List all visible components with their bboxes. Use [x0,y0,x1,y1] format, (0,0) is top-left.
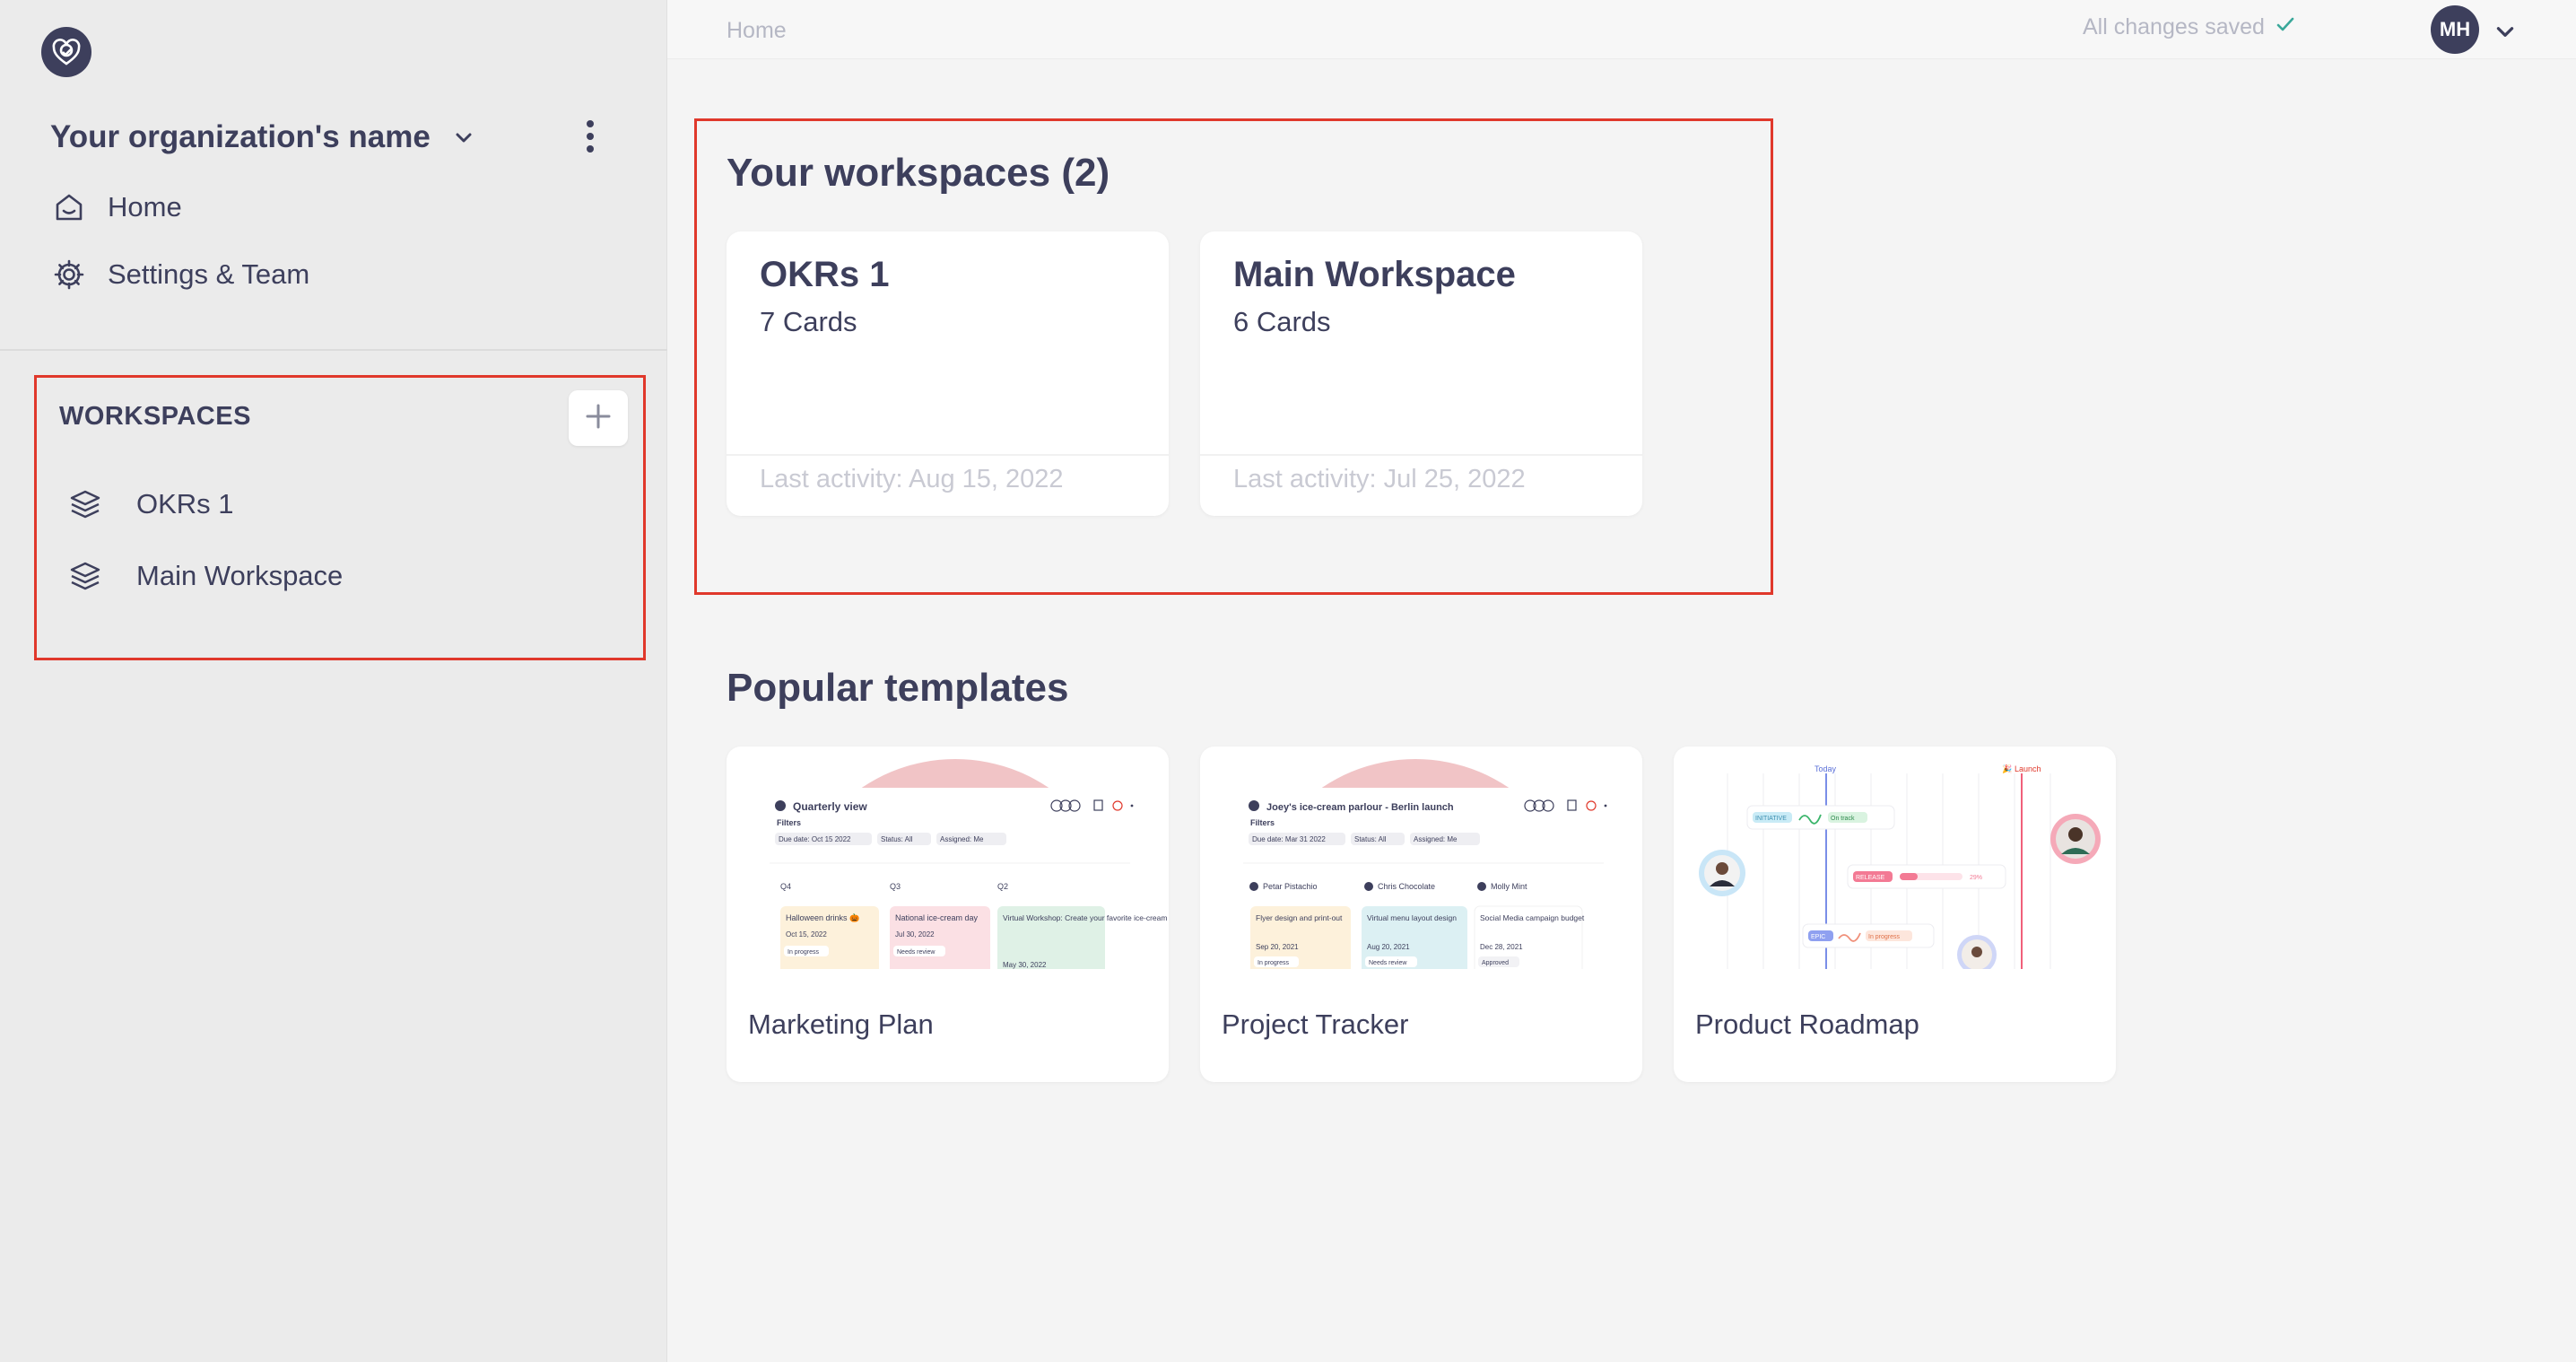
add-workspace-button[interactable] [569,390,628,446]
preview-tag: On track [1831,816,1855,822]
preview-column-label: Q4 [780,882,791,891]
preview-board-title: Joey's ice-cream parlour - Berlin launch [1266,802,1454,813]
preview-column-label: Q2 [997,882,1008,891]
template-preview: Today 🎉 Launch INITIATIVE On track RELEA… [1674,746,2116,969]
template-card-product-roadmap[interactable]: Today 🎉 Launch INITIATIVE On track RELEA… [1674,746,2116,1082]
sidebar-workspace-okrs-1[interactable]: OKRs 1 [66,482,234,527]
template-name: Marketing Plan [748,1008,934,1040]
sidebar-divider [0,349,667,351]
preview-board-title: Quarterly view [793,800,867,813]
save-status-text: All changes saved [2083,14,2265,39]
org-name: Your organization's name [50,119,431,154]
preview-card-date: Dec 28, 2021 [1480,943,1523,951]
home-icon [52,190,86,224]
save-status: All changes saved [2083,14,2295,40]
workspace-card-activity: Last activity: Aug 15, 2022 [760,465,1064,493]
preview-column-label: Chris Chocolate [1378,882,1435,891]
template-name: Product Roadmap [1695,1008,1919,1040]
preview-card-date: May 30, 2022 [1003,961,1047,969]
template-name: Project Tracker [1222,1008,1409,1040]
preview-card-date: Oct 15, 2022 [786,930,827,939]
workspace-card-title: Main Workspace [1233,255,1516,294]
preview-card-tag: In progress [1258,960,1290,966]
workspace-card-count: 7 Cards [760,306,857,337]
svg-text:🎉: 🎉 [2002,764,2012,774]
chevron-down-icon[interactable] [2492,18,2519,45]
preview-tag: EPIC [1811,934,1825,940]
plus-icon [584,402,613,435]
preview-assigned: Assigned: Me [1414,835,1458,843]
workspace-card-divider [727,454,1169,456]
preview-card-date: Aug 20, 2021 [1367,943,1410,951]
preview-tag: In progress [1868,934,1901,940]
gear-icon [52,258,86,292]
nav-item-label: Settings & Team [108,258,310,290]
nav-item-label: Home [108,191,182,223]
workspace-label: Main Workspace [136,560,344,591]
preview-card-date: Sep 20, 2021 [1256,943,1299,951]
chevron-down-icon [450,124,477,151]
sidebar-workspace-main[interactable]: Main Workspace [66,554,343,598]
nav-item-settings[interactable]: Settings & Team [52,250,309,299]
preview-card-title: Virtual menu layout design [1367,913,1457,922]
preview-filters: Filters [777,818,801,827]
workspace-card-divider [1200,454,1642,456]
preview-due-date: Due date: Mar 31 2022 [1252,835,1326,843]
org-switcher[interactable]: Your organization's name [50,113,624,162]
preview-card-date: Jul 30, 2022 [895,930,935,939]
app-logo-icon[interactable] [41,27,91,77]
preview-due-date: Due date: Oct 15 2022 [779,835,851,843]
preview-card-title: Flyer design and print-out [1256,913,1343,922]
sidebar: Your organization's name Home Settings &… [0,0,667,1362]
user-avatar[interactable]: MH [2431,5,2479,54]
workspace-card-okrs-1[interactable]: OKRs 1 7 Cards Last activity: Aug 15, 20… [727,231,1169,516]
template-preview: Quarterly view Filters Due date: Oct 15 … [727,746,1169,969]
template-card-project-tracker[interactable]: Joey's ice-cream parlour - Berlin launch… [1200,746,1642,1082]
workspace-card-activity: Last activity: Jul 25, 2022 [1233,465,1526,493]
workspace-card-main[interactable]: Main Workspace 6 Cards Last activity: Ju… [1200,231,1642,516]
preview-card-tag: In progress [788,949,820,956]
template-card-marketing-plan[interactable]: Quarterly view Filters Due date: Oct 15 … [727,746,1169,1082]
preview-card-title: Virtual Workshop: Create your favorite i… [1003,913,1169,922]
layers-icon [66,485,104,523]
preview-tag: INITIATIVE [1755,816,1787,822]
preview-card-title: National ice-cream day [895,913,979,922]
workspace-card-title: OKRs 1 [760,255,890,294]
nav-item-home[interactable]: Home [52,183,182,231]
preview-status: Status: All [881,835,913,843]
workspaces-header: WORKSPACES [59,402,251,431]
preview-filters: Filters [1250,818,1275,827]
breadcrumb[interactable]: Home [727,18,787,44]
template-preview: Joey's ice-cream parlour - Berlin launch… [1200,746,1642,969]
preview-column-label: Petar Pistachio [1263,882,1318,891]
workspace-label: OKRs 1 [136,488,234,519]
preview-tag: 29% [1970,875,1982,881]
preview-launch-label: Launch [2015,764,2041,773]
workspaces-title: Your workspaces (2) [727,151,1110,195]
preview-assigned: Assigned: Me [940,835,984,843]
preview-card-tag: Needs review [1369,960,1407,966]
preview-column-label: Molly Mint [1491,882,1527,891]
preview-card-tag: Needs review [897,949,936,956]
preview-today-label: Today [1815,764,1837,773]
workspace-card-count: 6 Cards [1233,306,1331,337]
preview-column-label: Q3 [890,882,901,891]
preview-card-title: Social Media campaign budget [1480,913,1585,922]
preview-tag: RELEASE [1856,875,1885,881]
preview-status: Status: All [1354,835,1387,843]
org-menu-kebab-icon[interactable] [574,117,606,156]
templates-title: Popular templates [727,666,1069,710]
check-icon [2276,14,2295,40]
preview-card-tag: Approved [1482,960,1509,966]
preview-card-title: Halloween drinks 🎃 [786,912,859,922]
layers-icon [66,557,104,595]
